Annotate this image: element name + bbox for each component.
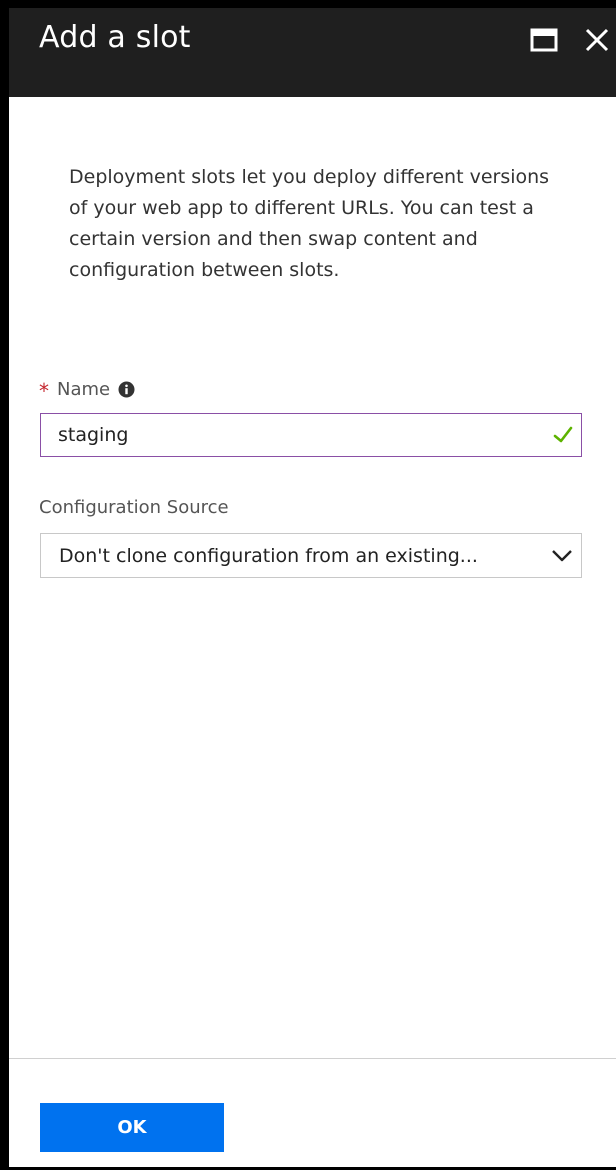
info-icon[interactable] xyxy=(118,381,135,398)
close-button[interactable] xyxy=(581,24,613,56)
configuration-source-dropdown[interactable]: Don't clone configuration from an existi… xyxy=(40,533,582,578)
name-field-label: * Name xyxy=(39,377,135,403)
maximize-icon xyxy=(530,28,558,52)
configuration-source-label: Configuration Source xyxy=(39,497,229,518)
configuration-source-value: Don't clone configuration from an existi… xyxy=(59,545,478,567)
chevron-down-icon xyxy=(552,550,572,562)
blade-title: Add a slot xyxy=(39,20,191,55)
checkmark-icon xyxy=(553,426,573,443)
name-label-text: Name xyxy=(57,378,111,400)
maximize-button[interactable] xyxy=(530,28,558,52)
close-icon xyxy=(585,28,609,52)
slot-description: Deployment slots let you deploy differen… xyxy=(69,166,550,281)
blade-header: Add a slot xyxy=(9,0,616,97)
add-slot-blade: Add a slot Deployment slots let you depl… xyxy=(0,0,616,1170)
ok-button[interactable]: OK xyxy=(40,1103,224,1152)
footer-divider xyxy=(9,1058,616,1059)
name-input[interactable] xyxy=(40,413,582,457)
required-indicator: * xyxy=(39,379,49,403)
